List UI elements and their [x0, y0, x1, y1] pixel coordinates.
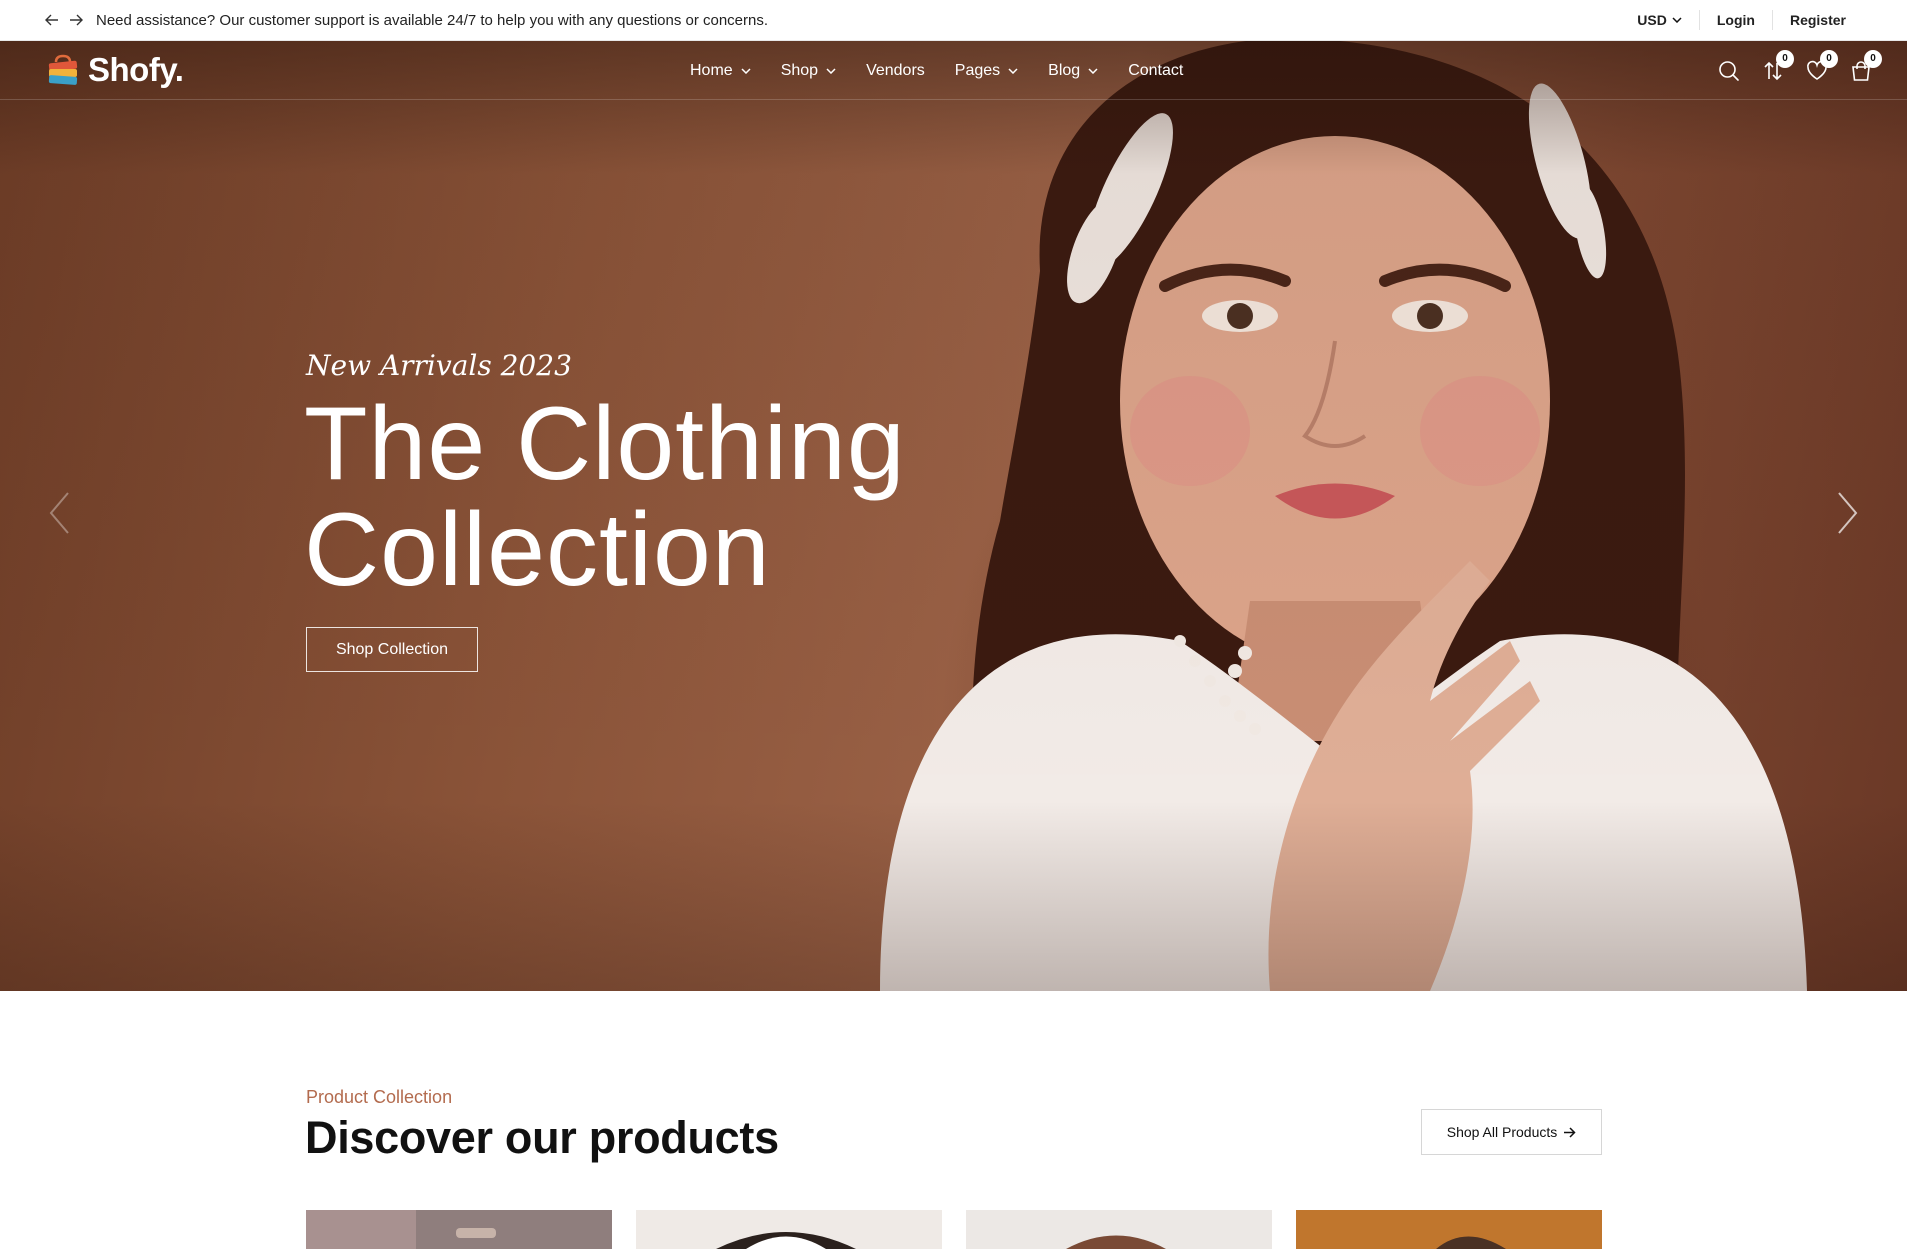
heart-icon[interactable]: 0 [1805, 49, 1838, 83]
shop-all-label: Shop All Products [1446, 1124, 1558, 1140]
cart-icon[interactable]: 0 [1849, 49, 1882, 83]
shop-all-products-button[interactable]: Shop All Products [1421, 1109, 1602, 1155]
nav-item-label: Contact [1128, 61, 1184, 79]
section-title: Discover our products [305, 1112, 779, 1163]
login-link[interactable]: Login [1698, 10, 1772, 30]
chevron-down-icon [741, 67, 751, 74]
hero-kicker: New Arrivals 2023 [306, 349, 572, 382]
slider-next-chevron-icon[interactable] [1835, 491, 1859, 535]
arrow-left-icon[interactable] [44, 12, 60, 28]
nav-item-label: Pages [954, 61, 1001, 79]
chevron-down-icon [1088, 67, 1098, 74]
nav-item-pages[interactable]: Pages [955, 62, 1018, 80]
product-card[interactable] [306, 1210, 612, 1249]
shop-collection-button[interactable]: Shop Collection [306, 627, 478, 672]
header-actions: 0 0 0 [1717, 41, 1882, 100]
brand-name: Shofy. [88, 51, 184, 88]
cart-count-badge: 0 [1864, 49, 1882, 68]
chevron-down-icon [826, 67, 836, 74]
product-image [1296, 1210, 1602, 1249]
primary-menu: Home Shop Vendors Pages Blog Contact [690, 41, 1183, 100]
nav-item-blog[interactable]: Blog [1048, 62, 1098, 80]
product-card[interactable] [636, 1210, 942, 1249]
product-image [306, 1210, 612, 1249]
nav-item-label: Blog [1048, 61, 1081, 79]
hero-title: The Clothing Collection [304, 391, 906, 603]
nav-item-label: Vendors [866, 61, 925, 79]
support-notice: Need assistance? Our customer support is… [96, 11, 769, 29]
product-card[interactable] [966, 1210, 1272, 1249]
nav-item-home[interactable]: Home [690, 62, 751, 80]
search-icon[interactable] [1717, 59, 1741, 83]
shopping-bag-logo-icon [48, 54, 78, 85]
compare-icon[interactable]: 0 [1761, 49, 1794, 83]
hero-title-line-2: Collection [304, 492, 771, 608]
currency-label: USD [1637, 12, 1667, 28]
arrow-right-icon [1564, 1126, 1576, 1138]
product-image [966, 1210, 1272, 1249]
nav-item-shop[interactable]: Shop [781, 62, 836, 80]
currency-selector[interactable]: USD [1620, 10, 1699, 30]
nav-item-contact[interactable]: Contact [1128, 62, 1183, 80]
product-card[interactable] [1296, 1210, 1602, 1249]
nav-item-label: Home [690, 61, 733, 79]
wishlist-count-badge: 0 [1820, 49, 1838, 68]
nav-item-label: Shop [780, 61, 819, 79]
hero-banner: Shofy. Home Shop Vendors Pages Blog Cont… [0, 41, 1907, 991]
chevron-down-icon [1008, 67, 1018, 74]
product-grid [306, 1210, 1602, 1249]
hero-overlay [0, 41, 1907, 991]
hero-title-line-1: The Clothing [304, 386, 906, 502]
main-header: Shofy. Home Shop Vendors Pages Blog Cont… [0, 41, 1907, 100]
slider-prev-chevron-icon[interactable] [48, 491, 72, 535]
nav-item-vendors[interactable]: Vendors [866, 62, 925, 80]
top-bar: Need assistance? Our customer support is… [0, 0, 1907, 41]
arrow-right-icon[interactable] [68, 12, 84, 28]
product-image [636, 1210, 942, 1249]
section-kicker: Product Collection [306, 1087, 453, 1107]
compare-count-badge: 0 [1776, 49, 1794, 68]
chevron-down-icon [1672, 17, 1682, 23]
register-link[interactable]: Register [1771, 10, 1863, 30]
logo[interactable]: Shofy. [46, 51, 184, 89]
